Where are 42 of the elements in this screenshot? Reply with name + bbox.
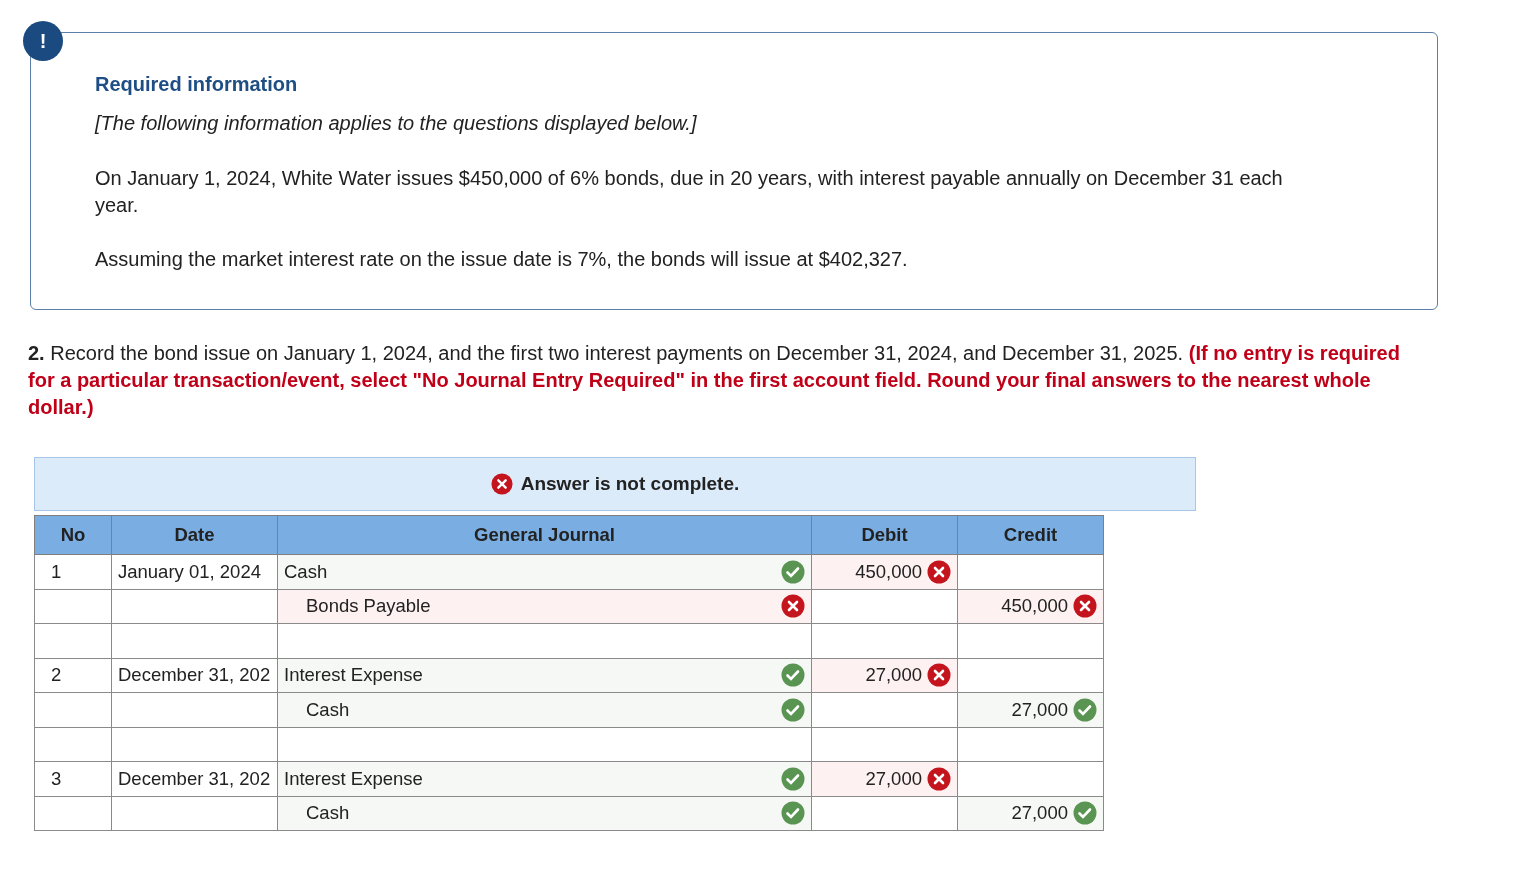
amount-text: 27,000 xyxy=(865,663,922,688)
alert-badge: ! xyxy=(23,21,63,61)
column-header: Debit xyxy=(811,515,958,555)
account-cell[interactable]: Cash xyxy=(277,796,812,831)
info-note: [The following information applies to the questions displayed below.] xyxy=(95,111,698,136)
status-text: Answer is not complete. xyxy=(520,471,740,496)
info-title: Required information xyxy=(95,72,299,97)
date-cell[interactable]: December 31, 202 xyxy=(111,761,278,796)
account-name: Interest Expense xyxy=(284,663,423,688)
account-cell[interactable]: Cash xyxy=(277,692,812,727)
credit-cell[interactable]: 450,000 xyxy=(957,589,1104,624)
account-name: Bonds Payable xyxy=(306,594,431,619)
debit-cell[interactable]: 450,000 xyxy=(811,554,958,589)
debit-cell[interactable]: 27,000 xyxy=(811,658,958,693)
credit-cell[interactable]: 27,000 xyxy=(957,692,1104,727)
date-cell[interactable]: January 01, 2024 xyxy=(111,554,278,589)
amount-text: 27,000 xyxy=(1011,697,1068,722)
account-name: Cash xyxy=(284,559,328,584)
amount-text: 27,000 xyxy=(865,766,922,791)
column-header: General Journal xyxy=(277,515,812,555)
entry-number: 3 xyxy=(34,761,112,796)
amount-text: 450,000 xyxy=(1001,594,1068,619)
column-header: Date xyxy=(111,515,278,555)
account-name: Cash xyxy=(306,801,350,826)
question-text: 2. Record the bond issue on January 1, 2024, and the first two interest payments on December 31, 2024, and December 31, 2025. (If no entry is required for a particular transaction/event, select "No Journal Entry Required" in the first account field. Round your final answers to the nearest whole dollar.) xyxy=(28,341,1401,420)
info-paragraph: Assuming the market interest rate on the issue date is 7%, the bonds will issue at $402,327. xyxy=(95,247,909,272)
amount-text: 450,000 xyxy=(855,559,922,584)
account-name: Interest Expense xyxy=(284,766,423,791)
account-cell[interactable]: Bonds Payable xyxy=(277,589,812,624)
column-header: No xyxy=(34,515,112,555)
info-paragraph: On January 1, 2024, White Water issues $450,000 of 6% bonds, due in 20 years, with interest payable annually on December 31 each year. xyxy=(95,166,1284,218)
credit-cell[interactable]: 27,000 xyxy=(957,796,1104,831)
debit-cell[interactable]: 27,000 xyxy=(811,761,958,796)
account-cell[interactable]: Cash xyxy=(277,554,812,589)
date-cell[interactable]: December 31, 202 xyxy=(111,658,278,693)
account-cell[interactable]: Interest Expense xyxy=(277,658,812,693)
entry-number: 1 xyxy=(34,554,112,589)
amount-text: 27,000 xyxy=(1011,801,1068,826)
account-cell[interactable]: Interest Expense xyxy=(277,761,812,796)
account-name: Cash xyxy=(306,697,350,722)
entry-number: 2 xyxy=(34,658,112,693)
column-header: Credit xyxy=(957,515,1104,555)
